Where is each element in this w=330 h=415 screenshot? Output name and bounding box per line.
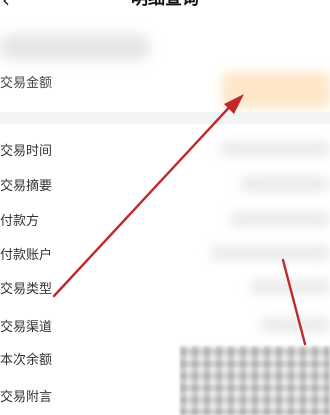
blurred-row-value (260, 317, 330, 333)
detail-row-payer-account: 付款账户 (0, 238, 330, 268)
blurred-row-value (210, 245, 330, 261)
detail-row-time: 交易时间 (0, 134, 330, 164)
page-title: 明细查询 (0, 0, 330, 11)
blurred-account-info (0, 34, 150, 60)
row-label: 交易附言 (0, 390, 53, 405)
row-label: 交易摘要 (0, 179, 53, 194)
row-label: 交易渠道 (0, 320, 53, 335)
blurred-row-value (220, 141, 330, 157)
detail-row-summary: 交易摘要 (0, 169, 330, 199)
row-label: 付款方 (0, 214, 40, 229)
navigation-bar: ‹ 明细查询 (0, 0, 330, 14)
blurred-amount-value (222, 72, 330, 108)
blurred-row-value (250, 279, 330, 295)
amount-summary: 交易金额 (0, 14, 330, 112)
row-label: 交易类型 (0, 282, 53, 297)
blurred-row-value (230, 211, 330, 227)
row-label: 交易时间 (0, 144, 53, 159)
row-label: 付款账户 (0, 248, 53, 263)
detail-row-payer: 付款方 (0, 204, 330, 234)
detail-row-type: 交易类型 (0, 272, 330, 302)
blurred-image-region (180, 346, 330, 415)
amount-label: 交易金额 (0, 76, 53, 91)
detail-row-channel: 交易渠道 (0, 310, 330, 340)
row-label: 本次余额 (0, 353, 53, 368)
section-divider (0, 112, 330, 124)
blurred-row-value (240, 176, 330, 192)
